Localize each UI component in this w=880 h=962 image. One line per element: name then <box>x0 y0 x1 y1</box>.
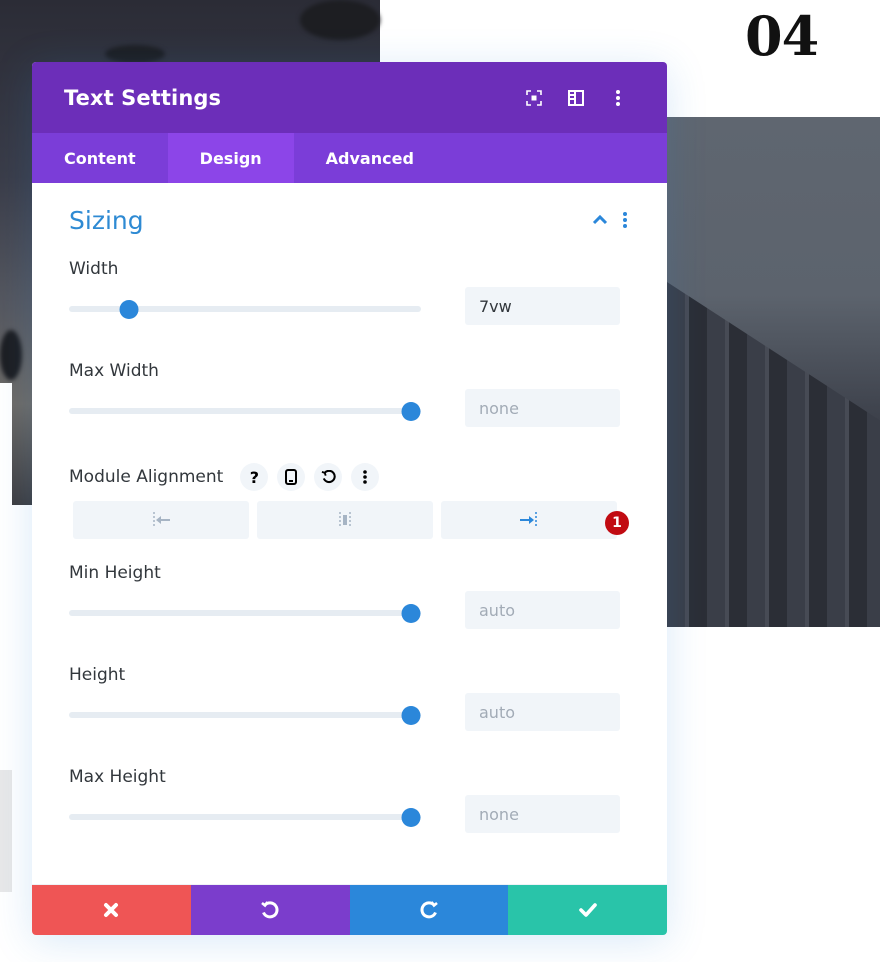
settings-body: Sizing Width 7vw Max Width none Module A… <box>32 183 667 885</box>
max-height-input[interactable]: none <box>465 795 620 833</box>
alignment-label-row: Module Alignment ? <box>69 461 380 493</box>
max-width-label: Max Width <box>69 361 159 381</box>
align-center-button[interactable] <box>257 501 433 539</box>
cancel-button[interactable] <box>32 885 191 935</box>
max-width-input[interactable]: none <box>465 389 620 427</box>
field-max-height: Max Height none <box>69 765 630 867</box>
section-title: Sizing <box>69 205 144 235</box>
height-input[interactable]: auto <box>465 693 620 731</box>
slider-thumb[interactable] <box>401 706 421 725</box>
tab-bar: Content Design Advanced <box>32 133 667 183</box>
align-left-button[interactable] <box>73 501 249 539</box>
slider-thumb[interactable] <box>119 300 139 319</box>
slider-thumb[interactable] <box>401 808 421 827</box>
section-header-sizing[interactable]: Sizing <box>69 183 630 257</box>
modal-header: Text Settings <box>32 62 667 133</box>
redo-button[interactable] <box>349 885 509 935</box>
slider-track <box>69 712 421 718</box>
checkmark-icon <box>578 903 597 917</box>
building-facade <box>667 282 880 627</box>
height-label: Height <box>69 665 126 685</box>
responsive-phone-icon[interactable] <box>277 463 306 491</box>
text-settings-modal: Text Settings Content Design Advanced Si… <box>32 62 667 935</box>
modal-footer <box>32 884 667 935</box>
align-center-icon <box>339 512 351 528</box>
section-number: 04 <box>745 4 819 68</box>
tab-design[interactable]: Design <box>167 133 294 183</box>
chevron-up-icon[interactable] <box>590 210 610 230</box>
close-icon <box>104 903 119 917</box>
more-options-icon[interactable] <box>601 81 635 115</box>
slider-thumb[interactable] <box>401 604 421 623</box>
align-right-button[interactable] <box>441 501 617 539</box>
modal-title: Text Settings <box>64 85 222 110</box>
help-icon[interactable]: ? <box>240 463 269 491</box>
align-left-icon <box>153 512 170 528</box>
background-photo-building <box>667 117 880 627</box>
max-width-slider[interactable] <box>69 400 421 422</box>
section-more-icon[interactable] <box>620 210 630 230</box>
page-canvas: 04 Text Settings Content Design Advanced… <box>0 0 880 962</box>
alignment-options <box>73 501 617 539</box>
tab-content[interactable]: Content <box>32 133 168 183</box>
undo-icon <box>261 901 279 919</box>
reset-icon[interactable] <box>314 463 343 491</box>
max-height-slider[interactable] <box>69 806 421 828</box>
slider-track <box>69 814 421 820</box>
field-height: Height auto <box>69 663 630 765</box>
slider-track <box>69 610 421 616</box>
field-module-alignment: Module Alignment ? 1 <box>69 461 630 561</box>
min-height-input[interactable]: auto <box>465 591 620 629</box>
field-more-icon[interactable] <box>351 463 380 491</box>
align-right-icon <box>520 512 537 528</box>
background-white-block <box>0 383 12 505</box>
min-height-label: Min Height <box>69 563 161 583</box>
slider-thumb[interactable] <box>401 402 421 421</box>
field-width: Width 7vw <box>69 257 630 359</box>
width-slider[interactable] <box>69 298 421 320</box>
width-label: Width <box>69 259 119 279</box>
min-height-slider[interactable] <box>69 602 421 624</box>
width-input[interactable]: 7vw <box>465 287 620 325</box>
module-alignment-label: Module Alignment <box>69 467 224 487</box>
max-height-label: Max Height <box>69 767 166 787</box>
fullscreen-icon[interactable] <box>517 81 551 115</box>
split-view-icon[interactable] <box>559 81 593 115</box>
height-slider[interactable] <box>69 704 421 726</box>
background-grey-block <box>0 770 12 892</box>
field-min-height: Min Height auto <box>69 561 630 663</box>
field-max-width: Max Width none <box>69 359 630 461</box>
save-button[interactable] <box>508 885 667 935</box>
tab-advanced[interactable]: Advanced <box>294 133 446 183</box>
undo-button[interactable] <box>190 885 350 935</box>
step-badge: 1 <box>605 511 629 535</box>
redo-icon <box>420 901 438 919</box>
slider-track <box>69 408 421 414</box>
